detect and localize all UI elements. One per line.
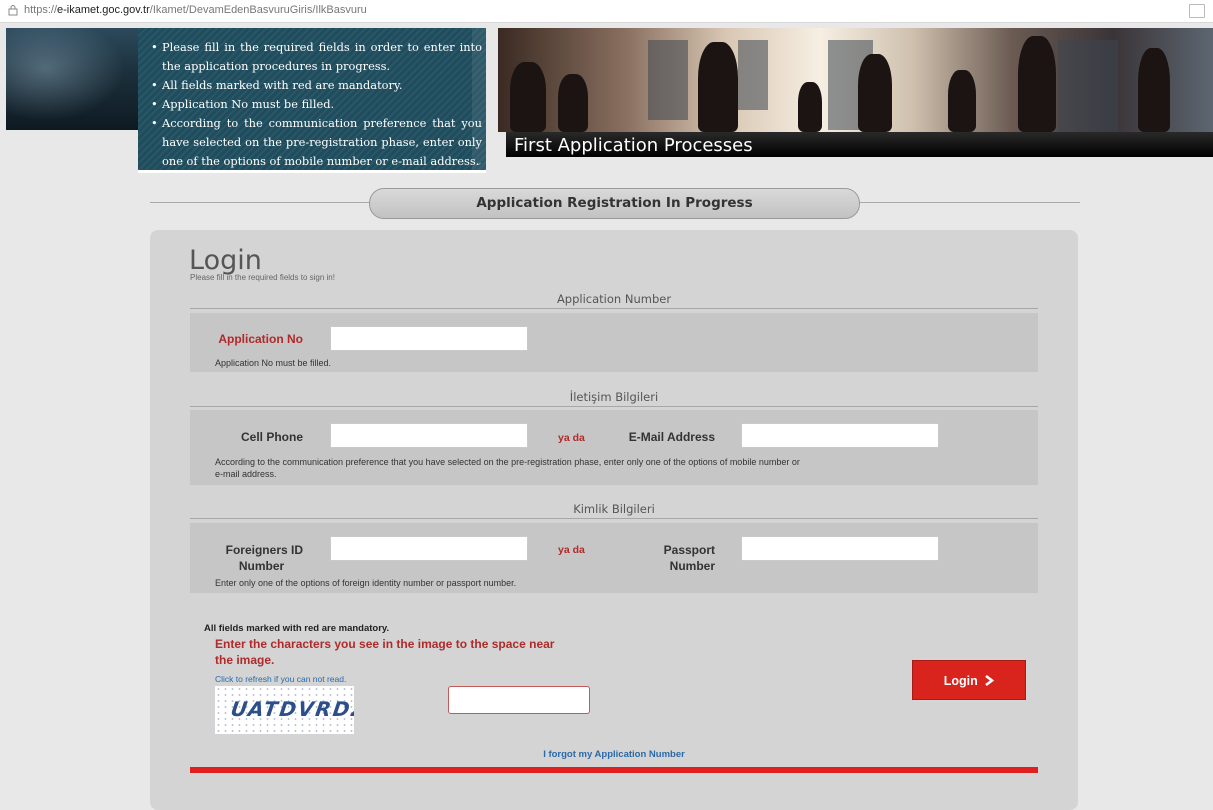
email-label: E-Mail Address bbox=[628, 430, 715, 444]
cell-phone-input[interactable] bbox=[330, 423, 528, 448]
url-text[interactable]: https://e-ikamet.goc.gov.tr/Ikamet/Devam… bbox=[24, 4, 367, 16]
header-banner-photo bbox=[498, 28, 1213, 132]
notice-list: Please fill in the required fields in or… bbox=[150, 38, 482, 170]
identity-info-heading: Kimlik Bilgileri bbox=[190, 502, 1038, 519]
application-no-label: Application No bbox=[218, 332, 303, 346]
banner-title: First Application Processes bbox=[506, 132, 1213, 157]
reader-view-icon[interactable] bbox=[1189, 4, 1205, 18]
bottom-red-bar bbox=[190, 767, 1038, 773]
contact-hint-line1: According to the communication preferenc… bbox=[215, 457, 800, 467]
application-no-hint: Application No must be filled. bbox=[215, 358, 332, 368]
foreigners-id-input[interactable] bbox=[330, 536, 528, 561]
section-title: Application Registration In Progress bbox=[369, 188, 860, 219]
captcha-refresh-link[interactable]: Click to refresh if you can not read. bbox=[215, 674, 346, 684]
captcha-instruction: Enter the characters you see in the imag… bbox=[215, 637, 555, 667]
application-number-heading: Application Number bbox=[190, 292, 1038, 309]
cell-phone-label: Cell Phone bbox=[240, 430, 303, 444]
login-title: Login bbox=[189, 245, 262, 276]
lock-icon bbox=[8, 5, 18, 16]
passport-number-input[interactable] bbox=[741, 536, 939, 561]
foreigners-id-label: Foreigners ID Number bbox=[225, 543, 303, 573]
email-input[interactable] bbox=[741, 423, 939, 448]
captcha-image[interactable]: UATDVRDZ bbox=[215, 686, 354, 734]
chevron-down-icon[interactable]: ⌄ bbox=[475, 157, 483, 168]
or-label: ya da bbox=[558, 432, 585, 444]
chevron-right-icon bbox=[985, 674, 995, 687]
login-subtitle: Please fill in the required fields to si… bbox=[190, 273, 335, 282]
passport-number-label: Passport Number bbox=[663, 543, 715, 573]
captcha-input[interactable] bbox=[448, 686, 590, 714]
login-button-label: Login bbox=[943, 674, 978, 688]
identity-hint: Enter only one of the options of foreign… bbox=[215, 578, 517, 588]
forgot-application-number-link[interactable]: I forgot my Application Number bbox=[190, 749, 1038, 760]
mandatory-note: All fields marked with red are mandatory… bbox=[204, 623, 390, 634]
notice-scrollbar[interactable]: ⌄ bbox=[472, 28, 486, 170]
notice-item: According to the communication preferenc… bbox=[151, 114, 482, 170]
notice-item: Application No must be filled. bbox=[151, 95, 482, 114]
or-label: ya da bbox=[558, 544, 585, 556]
notice-item: Please fill in the required fields in or… bbox=[151, 38, 482, 76]
notice-bottom-border bbox=[138, 170, 486, 173]
info-notice-box: Please fill in the required fields in or… bbox=[138, 28, 486, 170]
login-button[interactable]: Login bbox=[912, 660, 1026, 700]
header-left-image bbox=[6, 28, 138, 130]
browser-address-bar[interactable]: https://e-ikamet.goc.gov.tr/Ikamet/Devam… bbox=[0, 0, 1213, 23]
contact-hint-line2: e-mail address. bbox=[215, 469, 277, 479]
captcha-characters: UATDVRDZ bbox=[229, 697, 354, 721]
application-no-input[interactable] bbox=[330, 326, 528, 351]
notice-item: All fields marked with red are mandatory… bbox=[151, 76, 482, 95]
contact-info-heading: İletişim Bilgileri bbox=[190, 390, 1038, 407]
